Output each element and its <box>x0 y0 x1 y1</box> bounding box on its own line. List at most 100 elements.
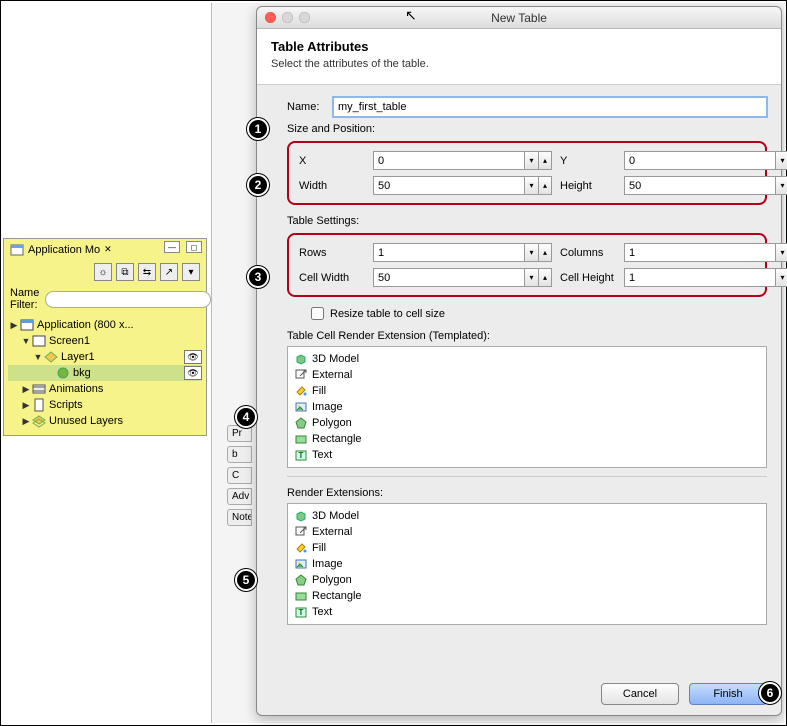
x-spinner[interactable]: ▾▴ <box>373 151 552 170</box>
columns-label: Columns <box>560 247 616 259</box>
width-down-icon[interactable]: ▾ <box>524 176 538 195</box>
text-icon: T <box>294 448 308 462</box>
name-filter-input[interactable] <box>45 291 211 308</box>
cell-width-up-icon[interactable]: ▴ <box>538 268 552 287</box>
list-item-polygon[interactable]: Polygon <box>292 415 762 431</box>
mouse-cursor-icon: ↖ <box>405 7 417 24</box>
width-spinner[interactable]: ▾▴ <box>373 176 552 195</box>
list-item-3dmodel[interactable]: 3D Model <box>292 508 762 524</box>
tool-menu-icon[interactable]: ▾ <box>182 263 200 281</box>
list-item-rectangle[interactable]: Rectangle <box>292 431 762 447</box>
rows-input[interactable] <box>373 243 524 262</box>
render-ext-list[interactable]: 3D Model External Fill Image Polygon Rec… <box>287 503 767 625</box>
rows-down-icon[interactable]: ▾ <box>524 243 538 262</box>
tree-item-layer1[interactable]: ▼ Layer1 👁 <box>8 349 202 365</box>
rows-spinner[interactable]: ▾▴ <box>373 243 552 262</box>
cell-height-spinner[interactable]: ▾▴ <box>624 268 787 287</box>
panel-title: Application Mo <box>28 244 100 256</box>
tool-arrow-icon[interactable]: ↗ <box>160 263 178 281</box>
screen-icon <box>32 334 46 348</box>
list-item-text[interactable]: TText <box>292 604 762 620</box>
tree-item-screen1[interactable]: ▼ Screen1 <box>8 333 202 349</box>
disclosure-icon[interactable]: ▶ <box>20 384 32 395</box>
tab-b[interactable]: b <box>227 446 252 463</box>
columns-input[interactable] <box>624 243 775 262</box>
tree-item-application[interactable]: ▶ Application (800 x... <box>8 317 202 333</box>
name-row: Name: <box>287 97 767 117</box>
tree-item-bkg[interactable]: bkg 👁 <box>8 365 202 381</box>
disclosure-icon[interactable]: ▶ <box>20 416 32 427</box>
height-spinner[interactable]: ▾▴ <box>624 176 787 195</box>
visibility-toggle-icon[interactable]: 👁 <box>184 366 202 380</box>
rows-label: Rows <box>299 247 365 259</box>
list-item-image[interactable]: Image <box>292 556 762 572</box>
tab-adv[interactable]: Adv <box>227 488 252 505</box>
cell-width-label: Cell Width <box>299 272 365 284</box>
x-up-icon[interactable]: ▴ <box>538 151 552 170</box>
list-item-3dmodel[interactable]: 3D Model <box>292 351 762 367</box>
film-icon <box>32 382 46 396</box>
resize-checkbox[interactable] <box>311 307 324 320</box>
disclosure-icon[interactable]: ▼ <box>20 336 32 346</box>
resize-checkbox-row: Resize table to cell size <box>311 307 767 320</box>
name-input[interactable] <box>333 97 767 117</box>
y-down-icon[interactable]: ▾ <box>775 151 787 170</box>
x-input[interactable] <box>373 151 524 170</box>
dialog-titlebar[interactable]: New Table <box>257 7 781 29</box>
size-position-group: X ▾▴ Y ▾▴ Width ▾▴ Height ▾▴ <box>287 141 767 205</box>
tree-item-unused-layers[interactable]: ▶ Unused Layers <box>8 413 202 429</box>
tool-gear-icon[interactable]: ☼ <box>94 263 112 281</box>
cell-height-input[interactable] <box>624 268 775 287</box>
templated-list[interactable]: 3D Model External Fill Image Polygon Rec… <box>287 346 767 468</box>
width-up-icon[interactable]: ▴ <box>538 176 552 195</box>
tool-link-icon[interactable]: ⇆ <box>138 263 156 281</box>
rows-up-icon[interactable]: ▴ <box>538 243 552 262</box>
dialog-footer: Cancel Finish <box>601 683 767 705</box>
fill-icon <box>294 541 308 555</box>
list-item-text[interactable]: TText <box>292 447 762 463</box>
disclosure-icon[interactable]: ▼ <box>32 352 44 362</box>
columns-spinner[interactable]: ▾▴ <box>624 243 787 262</box>
cancel-button[interactable]: Cancel <box>601 683 679 705</box>
columns-down-icon[interactable]: ▾ <box>775 243 787 262</box>
finish-button[interactable]: Finish <box>689 683 767 705</box>
y-input[interactable] <box>624 151 775 170</box>
tab-notes[interactable]: Note <box>227 509 252 526</box>
list-item-rectangle[interactable]: Rectangle <box>292 588 762 604</box>
disclosure-icon[interactable]: ▶ <box>8 320 20 331</box>
y-spinner[interactable]: ▾▴ <box>624 151 787 170</box>
divider <box>287 476 767 477</box>
height-input[interactable] <box>624 176 775 195</box>
tool-copy-icon[interactable]: ⧉ <box>116 263 134 281</box>
list-item-polygon[interactable]: Polygon <box>292 572 762 588</box>
visibility-toggle-icon[interactable]: 👁 <box>184 350 202 364</box>
name-label: Name: <box>287 101 333 113</box>
list-item-external[interactable]: External <box>292 524 762 540</box>
list-item-external[interactable]: External <box>292 367 762 383</box>
maximize-icon[interactable]: ◻ <box>186 241 202 253</box>
cell-height-down-icon[interactable]: ▾ <box>775 268 787 287</box>
cell-width-down-icon[interactable]: ▾ <box>524 268 538 287</box>
node-icon <box>56 366 70 380</box>
list-item-fill[interactable]: Fill <box>292 540 762 556</box>
tree-item-scripts[interactable]: ▶ Scripts <box>8 397 202 413</box>
cell-width-spinner[interactable]: ▾▴ <box>373 268 552 287</box>
annotation-3: 3 <box>247 266 269 288</box>
list-item-image[interactable]: Image <box>292 399 762 415</box>
annotation-1: 1 <box>247 118 269 140</box>
minimize-icon[interactable]: — <box>164 241 180 253</box>
close-window-icon[interactable] <box>265 12 276 23</box>
cell-width-input[interactable] <box>373 268 524 287</box>
tab-c[interactable]: C <box>227 467 252 484</box>
tab-close-icon[interactable]: ✕ <box>104 244 112 255</box>
external-icon <box>294 368 308 382</box>
x-down-icon[interactable]: ▾ <box>524 151 538 170</box>
tree-item-animations[interactable]: ▶ Animations <box>8 381 202 397</box>
list-item-fill[interactable]: Fill <box>292 383 762 399</box>
table-settings-title: Table Settings: <box>287 215 767 227</box>
width-label: Width <box>299 180 365 192</box>
height-down-icon[interactable]: ▾ <box>775 176 787 195</box>
disclosure-icon[interactable]: ▶ <box>20 400 32 411</box>
fill-icon <box>294 384 308 398</box>
width-input[interactable] <box>373 176 524 195</box>
